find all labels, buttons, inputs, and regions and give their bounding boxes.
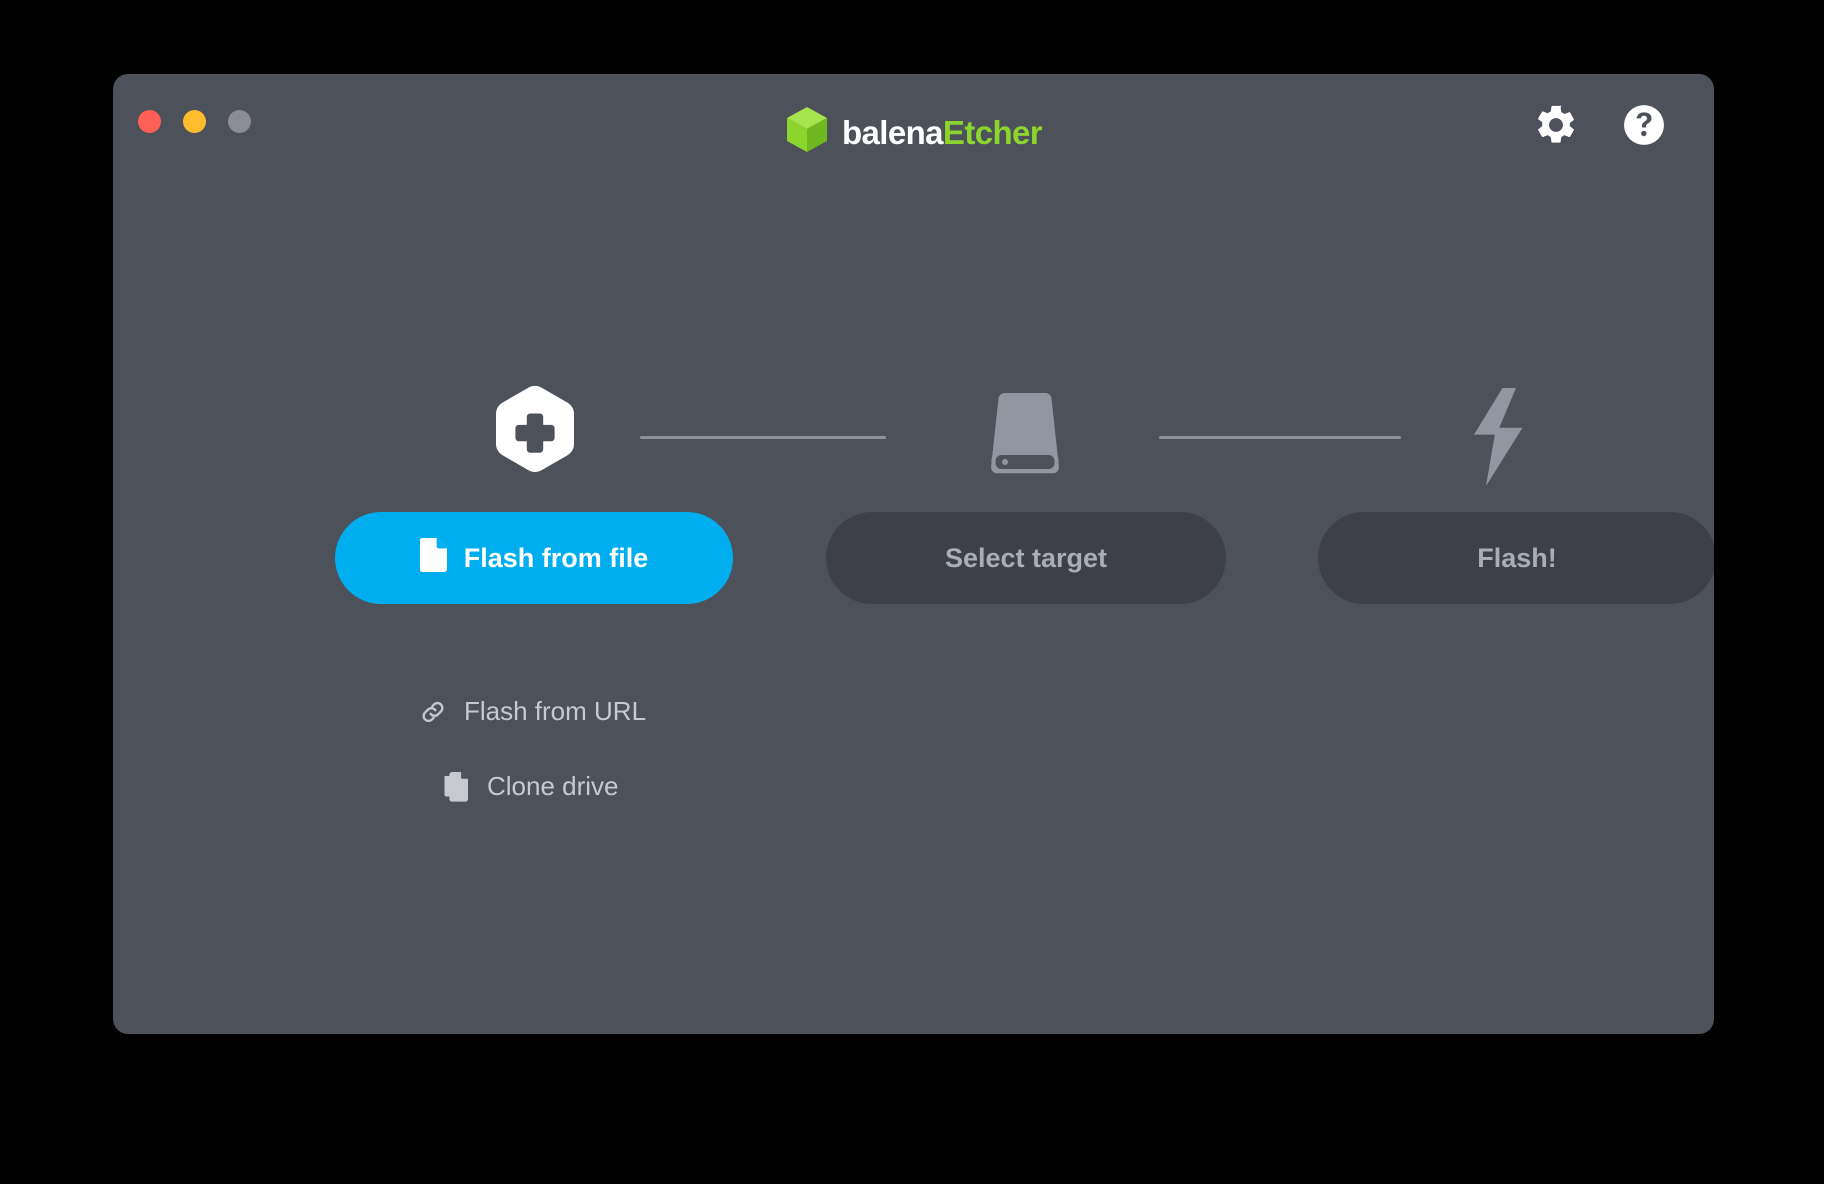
balena-cube-logo-icon <box>785 106 829 159</box>
select-target-button[interactable]: Select target <box>826 512 1226 604</box>
step-indicator-strip <box>113 374 1714 514</box>
brand-accent-text: Etcher <box>942 114 1043 151</box>
clone-drive-label: Clone drive <box>487 771 619 801</box>
flash-from-url-label: Flash from URL <box>464 696 647 726</box>
settings-button[interactable] <box>1532 102 1580 150</box>
step-icon-select-target <box>955 374 1095 504</box>
hexagon-plus-icon <box>489 385 581 494</box>
flash-from-file-button[interactable]: Flash from file <box>335 512 733 604</box>
drive-icon <box>984 389 1066 490</box>
step-icon-flash <box>1428 374 1568 504</box>
flash-button[interactable]: Flash! <box>1318 512 1714 604</box>
window-controls <box>138 110 251 133</box>
gear-icon <box>1533 102 1579 151</box>
help-button[interactable] <box>1620 102 1668 150</box>
secondary-links: Flash from URL Clone drive <box>113 696 646 802</box>
question-circle-icon <box>1621 102 1667 151</box>
clone-drive-link[interactable]: Clone drive <box>441 771 619 802</box>
step-connector-1 <box>640 436 886 439</box>
minimize-window-button[interactable] <box>183 110 206 133</box>
titlebar: balenaEtcher <box>113 74 1714 186</box>
copy-icon <box>441 771 471 802</box>
brand-primary-text: balena <box>841 114 944 151</box>
step-connector-2 <box>1159 436 1401 439</box>
document-icon <box>419 537 447 579</box>
maximize-window-button[interactable] <box>228 110 251 133</box>
close-window-button[interactable] <box>138 110 161 133</box>
link-chain-icon <box>418 697 448 727</box>
step-icon-select-image <box>465 374 605 504</box>
flash-from-file-label: Flash from file <box>463 542 649 573</box>
titlebar-actions <box>1532 102 1668 150</box>
lightning-bolt-icon <box>1464 386 1532 493</box>
etcher-main-window: balenaEtcher Flash from file Select targ… <box>113 74 1714 1034</box>
flash-from-url-link[interactable]: Flash from URL <box>418 696 646 727</box>
app-brand: balenaEtcher <box>113 106 1714 159</box>
action-button-row: Flash from file Select target Flash! <box>113 512 1714 612</box>
app-title: balenaEtcher <box>841 114 1043 151</box>
flash-label: Flash! <box>1477 542 1557 573</box>
select-target-label: Select target <box>944 542 1108 573</box>
